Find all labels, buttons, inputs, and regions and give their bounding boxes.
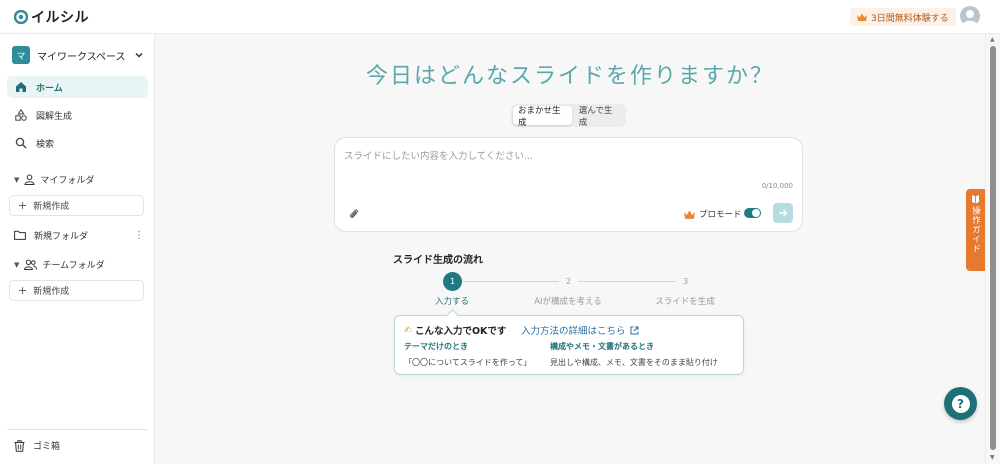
user-avatar[interactable] [960, 6, 980, 26]
input-guide-link[interactable]: 入力方法の詳細はこちら [521, 323, 639, 337]
pro-mode: プロモード [684, 208, 742, 220]
input-guide-link-text: 入力方法の詳細はこちら [521, 326, 626, 337]
sidebar-item-label: 図解生成 [36, 111, 73, 122]
question-icon: ? [951, 394, 970, 413]
new-create-label: 新規作成 [33, 287, 70, 297]
team-folder-section[interactable]: ▼ チームフォルダ [14, 258, 105, 271]
crown-icon [857, 13, 867, 21]
my-folder-section[interactable]: ▼ マイフォルダ [14, 173, 94, 186]
pro-mode-toggle[interactable] [744, 208, 761, 218]
logo-text: イルシル [31, 10, 89, 26]
search-icon [15, 137, 27, 149]
sidebar-item-diagram[interactable]: 図解生成 [7, 104, 148, 126]
workspace-switcher[interactable]: マ マイワークスペース [12, 45, 144, 65]
shapes-icon [15, 109, 27, 121]
external-link-icon [630, 326, 639, 334]
free-trial-button[interactable]: 3日間無料体験する [850, 8, 956, 26]
main-content [155, 34, 985, 464]
chevron-down-icon [135, 52, 143, 58]
sidebar: マ マイワークスペース ホーム 図解生成 検索 ▼ マイフォルダ + 新規作成 … [0, 34, 155, 464]
guide-label: 操作ガイド [970, 206, 981, 254]
step-3-label: スライドを生成 [655, 297, 715, 307]
step-2-label: AIが構成を考える [534, 297, 602, 307]
step-1-label: 入力する [434, 297, 469, 307]
caret-down-icon: ▼ [14, 260, 20, 269]
home-icon [16, 82, 26, 92]
folder-item[interactable]: 新規フォルダ ⋮ [14, 227, 144, 243]
step-1-circle: 1 [443, 272, 462, 291]
step-connector [578, 281, 676, 282]
page-title: 今日はどんなスライドを作りますか？ [365, 64, 774, 89]
free-trial-label: 3日間無料体験する [871, 13, 949, 24]
writing-hand-icon: ✍ [404, 324, 412, 336]
sidebar-item-label: ホーム [36, 83, 63, 94]
folder-name: 新規フォルダ [34, 231, 89, 242]
plus-icon: + [18, 199, 28, 212]
step-connector [462, 281, 559, 282]
char-count: 0/10,000 [761, 182, 793, 190]
arrow-right-icon [779, 209, 788, 217]
more-options-icon[interactable]: ⋮ [134, 230, 144, 241]
scroll-up-icon[interactable]: ▲ [990, 36, 995, 43]
sidebar-item-trash[interactable]: ゴミ箱 [14, 439, 60, 452]
crown-icon [684, 210, 695, 219]
app-header: イルシル 3日間無料体験する [0, 0, 1000, 34]
send-button[interactable] [773, 203, 793, 223]
tip-col2-text: 見出しや構成、メモ、文書をそのまま貼り付け [550, 358, 718, 367]
guide-icon [972, 195, 979, 204]
tip-col2-title: 構成やメモ・文書があるとき [550, 342, 654, 351]
tip-heading: ✍ こんな入力でOKです [404, 323, 507, 338]
team-folder-label: チームフォルダ [42, 261, 105, 271]
mode-select-generate[interactable]: 選んで生成 [574, 106, 624, 128]
new-create-label: 新規作成 [33, 202, 70, 212]
mode-auto-generate[interactable]: おまかせ生成 [513, 106, 572, 128]
operation-guide-tab[interactable]: 操作ガイド [966, 189, 985, 271]
prompt-input[interactable] [344, 148, 794, 178]
tip-col1-title: テーマだけのとき [404, 342, 468, 351]
caret-down-icon: ▼ [14, 175, 20, 184]
team-folder-new-button[interactable]: + 新規作成 [9, 280, 144, 301]
logo-icon [14, 10, 28, 24]
scroll-thumb[interactable] [990, 46, 996, 450]
paperclip-icon[interactable] [348, 208, 360, 220]
flow-title: スライド生成の流れ [393, 255, 483, 266]
folder-icon [14, 230, 26, 240]
page-scrollbar[interactable]: ▲ ▼ [985, 34, 1000, 464]
trash-label: ゴミ箱 [33, 442, 61, 452]
pro-mode-label: プロモード [699, 210, 742, 220]
tip-col1-text: 「〇〇についてスライドを作って」 [404, 358, 532, 367]
sidebar-item-label: 検索 [36, 139, 55, 150]
divider [7, 429, 148, 430]
help-button[interactable]: ? [944, 387, 977, 420]
generation-mode-toggle: おまかせ生成 選んで生成 [511, 104, 626, 128]
trash-icon [14, 439, 25, 452]
step-3-circle: 3 [676, 272, 695, 291]
my-folder-new-button[interactable]: + 新規作成 [9, 195, 144, 216]
plus-icon: + [18, 284, 28, 297]
scroll-down-icon[interactable]: ▼ [990, 454, 995, 461]
team-icon [24, 259, 38, 270]
sidebar-item-search[interactable]: 検索 [7, 132, 148, 154]
prompt-card: 0/10,000 プロモード [334, 137, 803, 232]
person-icon [24, 174, 35, 185]
toggle-knob [752, 209, 760, 217]
workspace-badge: マ [12, 46, 30, 64]
step-2-circle: 2 [559, 272, 578, 291]
sidebar-item-home[interactable]: ホーム [7, 76, 148, 98]
input-tip-card: ✍ こんな入力でOKです 入力方法の詳細はこちら テーマだけのとき 「〇〇につい… [394, 315, 744, 375]
my-folder-label: マイフォルダ [40, 176, 95, 186]
user-icon [962, 10, 978, 26]
logo[interactable]: イルシル [14, 7, 89, 27]
tip-heading-text: こんな入力でOKです [414, 326, 507, 337]
workspace-name: マイワークスペース [37, 51, 126, 63]
